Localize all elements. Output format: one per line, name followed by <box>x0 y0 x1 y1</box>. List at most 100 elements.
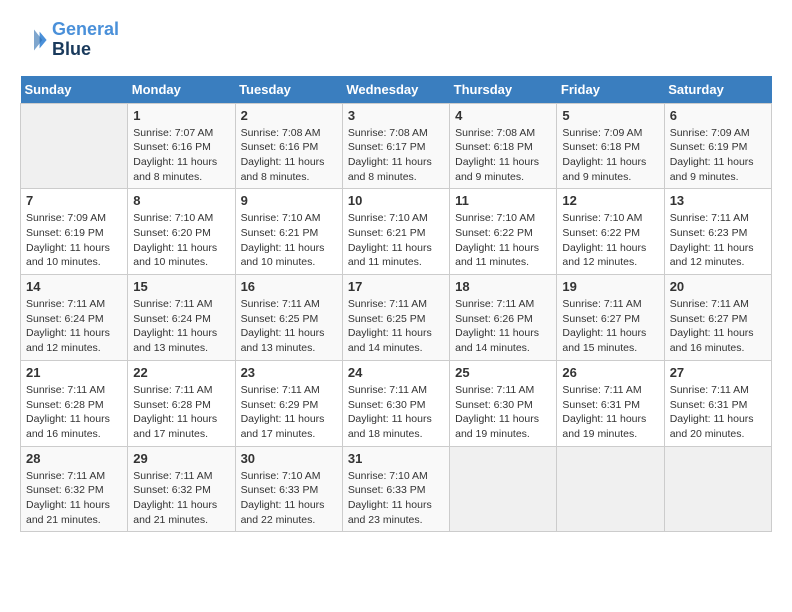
day-detail: Sunrise: 7:10 AM Sunset: 6:33 PM Dayligh… <box>348 469 444 528</box>
day-detail: Sunrise: 7:11 AM Sunset: 6:24 PM Dayligh… <box>26 297 122 356</box>
day-of-week-header: Friday <box>557 76 664 104</box>
calendar-body: 1 Sunrise: 7:07 AM Sunset: 6:16 PM Daylig… <box>21 103 772 532</box>
day-number: 6 <box>670 108 766 123</box>
day-number: 26 <box>562 365 658 380</box>
day-detail: Sunrise: 7:11 AM Sunset: 6:28 PM Dayligh… <box>133 383 229 442</box>
day-number: 16 <box>241 279 337 294</box>
calendar-cell <box>450 446 557 532</box>
calendar-cell: 5 Sunrise: 7:09 AM Sunset: 6:18 PM Daylig… <box>557 103 664 189</box>
day-detail: Sunrise: 7:08 AM Sunset: 6:18 PM Dayligh… <box>455 126 551 185</box>
calendar-cell: 27Sunrise: 7:11 AM Sunset: 6:31 PM Dayli… <box>664 360 771 446</box>
day-number: 17 <box>348 279 444 294</box>
calendar-cell: 4 Sunrise: 7:08 AM Sunset: 6:18 PM Daylig… <box>450 103 557 189</box>
day-number: 20 <box>670 279 766 294</box>
calendar-cell: 23Sunrise: 7:11 AM Sunset: 6:29 PM Dayli… <box>235 360 342 446</box>
logo-icon <box>20 26 48 54</box>
day-number: 21 <box>26 365 122 380</box>
calendar-cell <box>664 446 771 532</box>
day-detail: Sunrise: 7:11 AM Sunset: 6:31 PM Dayligh… <box>670 383 766 442</box>
day-number: 10 <box>348 193 444 208</box>
day-number: 23 <box>241 365 337 380</box>
calendar-cell: 6 Sunrise: 7:09 AM Sunset: 6:19 PM Daylig… <box>664 103 771 189</box>
day-detail: Sunrise: 7:11 AM Sunset: 6:27 PM Dayligh… <box>562 297 658 356</box>
day-of-week-header: Tuesday <box>235 76 342 104</box>
day-detail: Sunrise: 7:11 AM Sunset: 6:32 PM Dayligh… <box>26 469 122 528</box>
calendar-cell: 2 Sunrise: 7:08 AM Sunset: 6:16 PM Daylig… <box>235 103 342 189</box>
calendar-header-row: SundayMondayTuesdayWednesdayThursdayFrid… <box>21 76 772 104</box>
day-number: 2 <box>241 108 337 123</box>
calendar-cell: 3Sunrise: 7:08 AM Sunset: 6:17 PM Daylig… <box>342 103 449 189</box>
day-detail: Sunrise: 7:11 AM Sunset: 6:25 PM Dayligh… <box>348 297 444 356</box>
day-number: 24 <box>348 365 444 380</box>
day-detail: Sunrise: 7:11 AM Sunset: 6:27 PM Dayligh… <box>670 297 766 356</box>
page-header: General Blue <box>20 20 772 60</box>
day-detail: Sunrise: 7:11 AM Sunset: 6:31 PM Dayligh… <box>562 383 658 442</box>
calendar-cell: 22 Sunrise: 7:11 AM Sunset: 6:28 PM Dayli… <box>128 360 235 446</box>
day-detail: Sunrise: 7:10 AM Sunset: 6:20 PM Dayligh… <box>133 211 229 270</box>
day-detail: Sunrise: 7:07 AM Sunset: 6:16 PM Dayligh… <box>133 126 229 185</box>
calendar-cell: 1 Sunrise: 7:07 AM Sunset: 6:16 PM Daylig… <box>128 103 235 189</box>
calendar-cell <box>557 446 664 532</box>
day-of-week-header: Thursday <box>450 76 557 104</box>
day-detail: Sunrise: 7:10 AM Sunset: 6:22 PM Dayligh… <box>455 211 551 270</box>
day-number: 14 <box>26 279 122 294</box>
day-number: 15 <box>133 279 229 294</box>
logo-text: General Blue <box>52 20 119 60</box>
calendar-cell: 30 Sunrise: 7:10 AM Sunset: 6:33 PM Dayli… <box>235 446 342 532</box>
calendar-cell: 18Sunrise: 7:11 AM Sunset: 6:26 PM Dayli… <box>450 275 557 361</box>
calendar-cell: 12 Sunrise: 7:10 AM Sunset: 6:22 PM Dayli… <box>557 189 664 275</box>
day-detail: Sunrise: 7:09 AM Sunset: 6:19 PM Dayligh… <box>670 126 766 185</box>
day-detail: Sunrise: 7:10 AM Sunset: 6:21 PM Dayligh… <box>348 211 444 270</box>
day-number: 1 <box>133 108 229 123</box>
day-detail: Sunrise: 7:10 AM Sunset: 6:21 PM Dayligh… <box>241 211 337 270</box>
day-number: 8 <box>133 193 229 208</box>
day-number: 29 <box>133 451 229 466</box>
day-detail: Sunrise: 7:09 AM Sunset: 6:18 PM Dayligh… <box>562 126 658 185</box>
day-number: 9 <box>241 193 337 208</box>
calendar-cell: 15Sunrise: 7:11 AM Sunset: 6:24 PM Dayli… <box>128 275 235 361</box>
logo: General Blue <box>20 20 119 60</box>
day-of-week-header: Saturday <box>664 76 771 104</box>
calendar-cell <box>21 103 128 189</box>
calendar-cell: 17 Sunrise: 7:11 AM Sunset: 6:25 PM Dayli… <box>342 275 449 361</box>
calendar-cell: 25Sunrise: 7:11 AM Sunset: 6:30 PM Dayli… <box>450 360 557 446</box>
calendar-week-row: 28 Sunrise: 7:11 AM Sunset: 6:32 PM Dayli… <box>21 446 772 532</box>
day-number: 30 <box>241 451 337 466</box>
calendar-week-row: 7Sunrise: 7:09 AM Sunset: 6:19 PM Daylig… <box>21 189 772 275</box>
calendar-cell: 19 Sunrise: 7:11 AM Sunset: 6:27 PM Dayli… <box>557 275 664 361</box>
day-detail: Sunrise: 7:10 AM Sunset: 6:22 PM Dayligh… <box>562 211 658 270</box>
calendar-week-row: 1 Sunrise: 7:07 AM Sunset: 6:16 PM Daylig… <box>21 103 772 189</box>
calendar-cell: 31 Sunrise: 7:10 AM Sunset: 6:33 PM Dayli… <box>342 446 449 532</box>
day-number: 31 <box>348 451 444 466</box>
calendar-cell: 29 Sunrise: 7:11 AM Sunset: 6:32 PM Dayli… <box>128 446 235 532</box>
calendar-cell: 16 Sunrise: 7:11 AM Sunset: 6:25 PM Dayli… <box>235 275 342 361</box>
day-number: 5 <box>562 108 658 123</box>
day-number: 4 <box>455 108 551 123</box>
day-number: 11 <box>455 193 551 208</box>
day-detail: Sunrise: 7:10 AM Sunset: 6:33 PM Dayligh… <box>241 469 337 528</box>
day-number: 28 <box>26 451 122 466</box>
calendar-week-row: 21 Sunrise: 7:11 AM Sunset: 6:28 PM Dayli… <box>21 360 772 446</box>
day-detail: Sunrise: 7:11 AM Sunset: 6:25 PM Dayligh… <box>241 297 337 356</box>
day-number: 19 <box>562 279 658 294</box>
calendar-cell: 9 Sunrise: 7:10 AM Sunset: 6:21 PM Daylig… <box>235 189 342 275</box>
day-number: 12 <box>562 193 658 208</box>
day-of-week-header: Sunday <box>21 76 128 104</box>
calendar-cell: 20 Sunrise: 7:11 AM Sunset: 6:27 PM Dayli… <box>664 275 771 361</box>
calendar-cell: 24Sunrise: 7:11 AM Sunset: 6:30 PM Dayli… <box>342 360 449 446</box>
calendar-week-row: 14 Sunrise: 7:11 AM Sunset: 6:24 PM Dayli… <box>21 275 772 361</box>
day-detail: Sunrise: 7:09 AM Sunset: 6:19 PM Dayligh… <box>26 211 122 270</box>
calendar-cell: 14 Sunrise: 7:11 AM Sunset: 6:24 PM Dayli… <box>21 275 128 361</box>
day-detail: Sunrise: 7:11 AM Sunset: 6:32 PM Dayligh… <box>133 469 229 528</box>
calendar-table: SundayMondayTuesdayWednesdayThursdayFrid… <box>20 76 772 533</box>
calendar-cell: 28 Sunrise: 7:11 AM Sunset: 6:32 PM Dayli… <box>21 446 128 532</box>
calendar-cell: 26 Sunrise: 7:11 AM Sunset: 6:31 PM Dayli… <box>557 360 664 446</box>
calendar-cell: 11 Sunrise: 7:10 AM Sunset: 6:22 PM Dayli… <box>450 189 557 275</box>
day-number: 22 <box>133 365 229 380</box>
day-number: 25 <box>455 365 551 380</box>
day-number: 18 <box>455 279 551 294</box>
calendar-cell: 8 Sunrise: 7:10 AM Sunset: 6:20 PM Daylig… <box>128 189 235 275</box>
day-detail: Sunrise: 7:08 AM Sunset: 6:16 PM Dayligh… <box>241 126 337 185</box>
day-of-week-header: Wednesday <box>342 76 449 104</box>
day-detail: Sunrise: 7:11 AM Sunset: 6:28 PM Dayligh… <box>26 383 122 442</box>
